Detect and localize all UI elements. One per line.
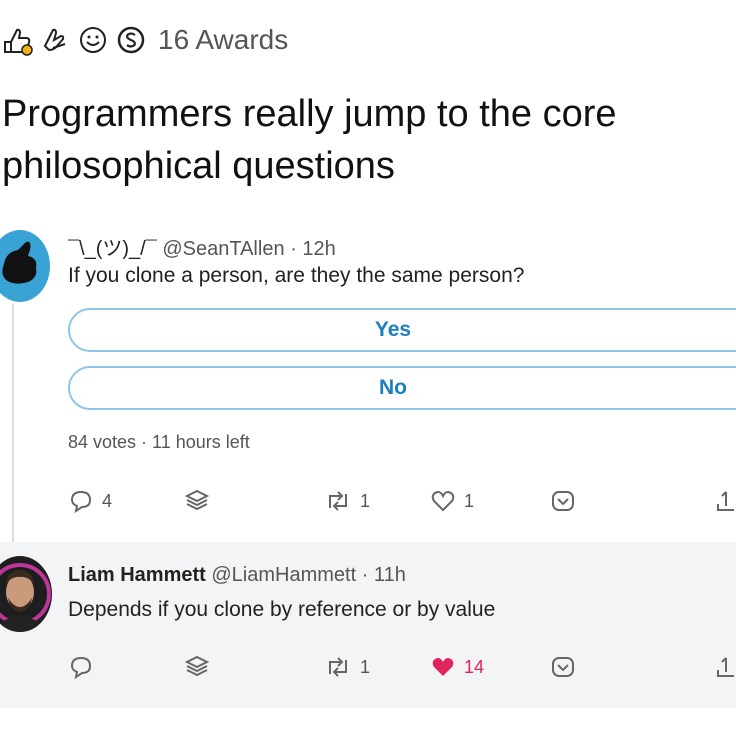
reply-count: 4 [102,490,113,511]
handle[interactable]: @SeanTAllen [162,238,284,260]
like-count: 14 [464,656,485,677]
thumbs-up-award-icon[interactable] [0,23,34,57]
layers-icon [184,655,210,677]
heart-icon [431,491,455,512]
like-button[interactable]: 1 [430,486,474,516]
tweet-header: ¯\_(ツ)_/¯ @SeanTAllen · 12h [68,232,336,261]
share-button[interactable] [714,652,736,682]
display-name[interactable]: Liam Hammett [68,564,206,586]
share-icon [717,657,734,677]
reply-button[interactable] [68,652,94,682]
chevron-down-icon [552,491,574,511]
retweet-count: 1 [360,490,371,511]
hands-award-icon[interactable] [38,23,72,57]
chevron-down-icon [552,657,574,677]
analytics-button[interactable] [184,652,210,682]
timestamp[interactable]: · 12h [290,238,336,260]
like-button[interactable]: 14 [430,652,484,682]
grinning-face-award-icon[interactable] [76,23,110,57]
poll-option-no[interactable]: No [68,366,736,410]
avatar[interactable] [0,230,50,302]
tweet-reply: Liam Hammett @LiamHammett · 11h Depends … [0,542,736,708]
thread-line [12,304,14,544]
reply-icon [70,656,92,680]
more-button[interactable] [550,486,576,516]
post-title-line-2: philosophical questions [2,145,395,187]
tweet-poll: ¯\_(ツ)_/¯ @SeanTAllen · 12h If you clone… [0,222,736,544]
poll-meta: 84 votes · 11 hours left [68,432,250,452]
tweet-text: If you clone a person, are they the same… [68,264,525,287]
timestamp[interactable]: · 11h [362,564,406,586]
like-count: 1 [464,490,475,511]
post-title-line-1: Programmers really jump to the core [2,93,617,135]
share-button[interactable] [714,486,736,516]
post-title: Programmers really jump to the core phil… [2,88,736,192]
avatar[interactable] [0,556,52,632]
retweet-count: 1 [360,656,371,677]
retweet-icon [329,657,347,677]
awards-count: 16 Awards [158,24,289,55]
retweet-icon [329,491,347,511]
more-button[interactable] [550,652,576,682]
retweet-button[interactable]: 1 [324,486,370,516]
tweet-actions: 1 14 [68,652,736,682]
reply-button[interactable]: 4 [68,486,112,516]
layers-icon [184,489,210,511]
reply-icon [70,490,92,514]
tweet-header: Liam Hammett @LiamHammett · 11h [68,564,406,587]
tweet-text: Depends if you clone by reference or by … [68,598,496,621]
tweet-actions: 4 1 1 [68,486,736,516]
handle[interactable]: @LiamHammett [211,564,356,586]
awards-row: 16 Awards [0,18,288,62]
share-icon [717,491,734,511]
retweet-button[interactable]: 1 [324,652,370,682]
heart-filled-icon [432,658,454,676]
poll-option-yes[interactable]: Yes [68,308,736,352]
display-name[interactable]: ¯\_(ツ)_/¯ [68,238,157,260]
analytics-button[interactable] [184,486,210,516]
silver-coin-award-icon[interactable] [114,23,148,57]
